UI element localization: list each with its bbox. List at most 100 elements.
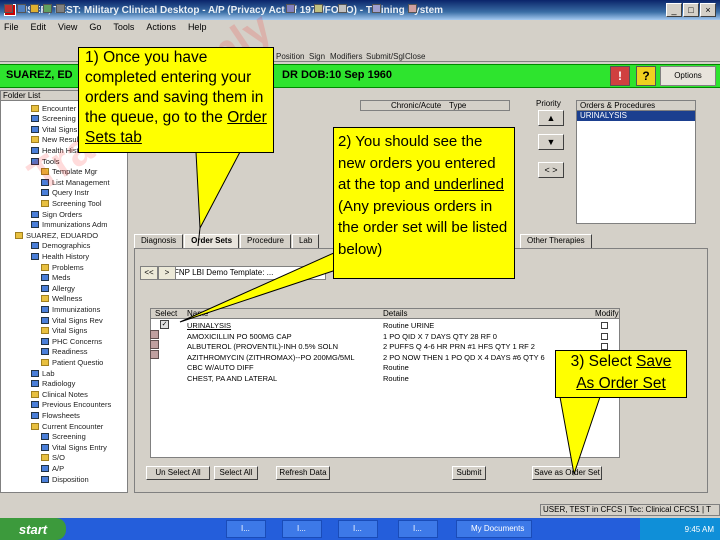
tree-item[interactable]: Screening xyxy=(31,114,76,124)
alert-red-button[interactable]: ! xyxy=(610,66,630,86)
callout-3-as-order-set: As Order Set xyxy=(576,375,666,392)
tree-item-label: Disposition xyxy=(52,474,89,484)
tree-item[interactable]: Immunizations xyxy=(41,304,100,314)
toolbar-check-icon[interactable] xyxy=(4,4,13,13)
maximize-button[interactable]: □ xyxy=(683,3,699,17)
submit-button[interactable]: Submit/Sgl xyxy=(366,52,405,61)
tree-item[interactable]: Demographics xyxy=(31,241,90,251)
table-row[interactable]: AZITHROMYCIN (ZITHROMAX)--PO 200MG/5ML 2 … xyxy=(151,353,619,362)
tree-item[interactable]: Sign Orders xyxy=(31,209,82,219)
tree-item[interactable]: PHC Concerns xyxy=(41,336,102,346)
table-row[interactable]: URINALYSIS Routine URINE xyxy=(151,321,619,330)
modifiers-button[interactable]: Modifiers xyxy=(330,52,362,61)
taskbar-item[interactable]: I... xyxy=(226,520,266,538)
options-button[interactable]: Options xyxy=(660,66,716,86)
start-button[interactable]: start xyxy=(0,518,66,540)
tree-item[interactable]: Immunizations Adm xyxy=(31,220,107,230)
priority-down-button[interactable]: ▼ xyxy=(538,134,564,150)
taskbar-item[interactable]: I... xyxy=(398,520,438,538)
module-icon xyxy=(31,401,39,409)
tree-item[interactable]: Vital Signs xyxy=(41,326,87,336)
menu-actions[interactable]: Actions xyxy=(146,22,176,32)
tree-item[interactable]: Vital Signs Entry xyxy=(41,442,107,452)
tree-item[interactable]: Lab xyxy=(31,368,55,378)
toolbar-position-icon[interactable] xyxy=(286,4,295,13)
order-name: ALBUTEROL (PROVENTIL)-INH 0.5% SOLN xyxy=(187,342,339,351)
taskbar-item-my-documents[interactable]: My Documents xyxy=(456,520,532,538)
unselect-all-button[interactable]: Un Select All xyxy=(146,466,210,480)
priority-up-button[interactable]: ▲ xyxy=(538,110,564,126)
table-row[interactable]: AMOXICILLIN PO 500MG CAP 1 PO QID X 7 DAY… xyxy=(151,332,619,341)
refresh-data-button[interactable]: Refresh Data xyxy=(276,466,330,480)
taskbar-item[interactable]: I... xyxy=(338,520,378,538)
tree-item-label: Encounter xyxy=(42,103,77,113)
row-1-select-check[interactable]: ✓ xyxy=(160,320,169,329)
folder-icon xyxy=(41,358,49,366)
module-icon xyxy=(41,475,49,483)
tree-item[interactable]: Previous Encounters xyxy=(31,400,111,410)
minimize-button[interactable]: _ xyxy=(666,3,682,17)
tree-item[interactable]: Problems xyxy=(41,262,84,272)
next-set-button[interactable]: > xyxy=(158,266,176,280)
tree-item[interactable]: Vital Signs Rev xyxy=(41,315,103,325)
taskbar-item[interactable]: I... xyxy=(282,520,322,538)
alert-yellow-button[interactable]: ? xyxy=(636,66,656,86)
tree-item[interactable]: S/O xyxy=(41,453,65,463)
toolbar-tool-icon[interactable] xyxy=(56,4,65,13)
tab-other-therapies[interactable]: Other Therapies xyxy=(520,234,592,248)
tab-lab[interactable]: Lab xyxy=(291,234,320,248)
sign-button[interactable]: Sign xyxy=(309,52,325,61)
menu-view[interactable]: View xyxy=(58,22,77,32)
menu-file[interactable]: File xyxy=(4,22,19,32)
position-button[interactable]: Position xyxy=(276,52,304,61)
tree-item[interactable]: Clinical Notes xyxy=(31,389,88,399)
tab-diagnosis[interactable]: Diagnosis xyxy=(134,234,184,248)
selected-order-item[interactable]: URINALYSIS xyxy=(577,111,695,121)
tab-procedure[interactable]: Procedure xyxy=(240,234,291,248)
tree-item[interactable]: Encounter xyxy=(31,103,76,113)
table-row[interactable]: CHEST, PA AND LATERAL Routine xyxy=(151,374,619,383)
toolbar-close-button[interactable]: Close xyxy=(405,52,425,61)
select-all-button[interactable]: Select All xyxy=(214,466,258,480)
tree-item[interactable]: Wellness xyxy=(41,294,82,304)
callout-2-underlined: underlined xyxy=(433,176,504,193)
tree-item[interactable]: Allergy xyxy=(41,283,75,293)
table-row[interactable]: CBC W/AUTO DIFF Routine xyxy=(151,363,619,372)
close-button[interactable]: × xyxy=(700,3,716,17)
tree-item[interactable]: Flowsheets xyxy=(31,410,80,420)
toolbar-print-icon[interactable] xyxy=(17,4,26,13)
submit-order-button[interactable]: Submit xyxy=(452,466,486,480)
modify-checkbox[interactable] xyxy=(601,332,608,340)
tree-item[interactable]: Readiness xyxy=(41,347,87,357)
toolbar-submit-icon[interactable] xyxy=(372,4,381,13)
toolbar-modifiers-icon[interactable] xyxy=(338,4,347,13)
orders-header: Orders & Procedures xyxy=(577,101,695,111)
toolbar-folder-icon[interactable] xyxy=(30,4,39,13)
tree-item[interactable]: Disposition xyxy=(41,474,89,484)
table-row[interactable]: ALBUTEROL (PROVENTIL)-INH 0.5% SOLN 2 PUF… xyxy=(151,342,619,351)
toolbar-refresh-icon[interactable] xyxy=(43,4,52,13)
priority-swap-button[interactable]: < > xyxy=(538,162,564,178)
menu-go[interactable]: Go xyxy=(89,22,101,32)
menu-help[interactable]: Help xyxy=(188,22,207,32)
menu-tools[interactable]: Tools xyxy=(113,22,134,32)
tree-item[interactable]: Health History xyxy=(31,251,89,261)
prev-set-button[interactable]: << xyxy=(140,266,158,280)
tree-item[interactable]: Screening xyxy=(41,432,86,442)
order-set-combo[interactable]: FNP LBI Demo Template: ... xyxy=(170,266,326,280)
menu-edit[interactable]: Edit xyxy=(31,22,47,32)
tree-item[interactable]: Radiology xyxy=(31,379,75,389)
tree-item[interactable]: Meds xyxy=(41,273,70,283)
modify-checkbox[interactable] xyxy=(601,322,608,329)
tree-item[interactable]: SUAREZ, EDUARDO xyxy=(15,230,98,240)
tree-item[interactable]: Patient Questio xyxy=(41,357,103,367)
modify-checkbox[interactable] xyxy=(601,343,608,350)
tab-order-sets[interactable]: Order Sets xyxy=(184,234,240,248)
tree-item[interactable]: A/P xyxy=(41,463,64,473)
toolbar-sign-icon[interactable] xyxy=(314,4,323,13)
tree-item[interactable]: Current Encounter xyxy=(31,421,103,431)
callout-step-2: 2) You should see the new orders you ent… xyxy=(333,127,515,279)
orders-procedures-list[interactable]: Orders & Procedures URINALYSIS xyxy=(576,100,696,224)
save-as-order-set-button[interactable]: Save as Order Set xyxy=(532,466,602,480)
toolbar-close-icon[interactable] xyxy=(408,4,417,13)
